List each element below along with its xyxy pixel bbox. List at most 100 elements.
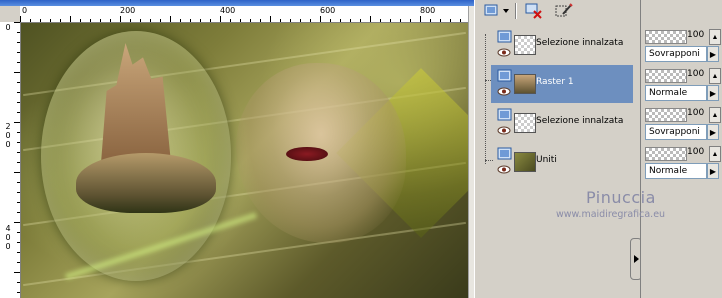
blend-mode-select[interactable]: Normale <box>645 163 707 179</box>
visibility-eye-icon[interactable] <box>497 126 511 135</box>
visibility-eye-icon[interactable] <box>497 48 511 57</box>
layer-row[interactable]: Selezione innalzata <box>491 26 633 64</box>
dropdown-arrow-icon[interactable]: ▶ <box>707 124 719 140</box>
ruler-label: 0 <box>22 6 28 15</box>
layer-properties-panel: 100 ▲ Sovrapponi ▶ 100 ▲ Normale ▶ 100 ▲… <box>640 0 722 298</box>
floating-island-image <box>76 153 216 213</box>
ruler-tick <box>17 262 20 263</box>
ruler-tick <box>420 16 421 22</box>
visibility-eye-icon[interactable] <box>497 87 511 96</box>
ruler-label: 400 <box>5 224 11 251</box>
layer-raster-icon <box>497 30 512 43</box>
layer-name: Raster 1 <box>536 77 574 87</box>
ruler-tick <box>50 19 51 22</box>
ruler-tick <box>170 16 171 22</box>
ruler-tick <box>17 292 20 293</box>
opacity-spin-button[interactable]: ▲ <box>709 146 721 162</box>
ruler-tick <box>460 19 461 22</box>
layer-name: Selezione innalzata <box>536 116 624 126</box>
ruler-tick <box>280 19 281 22</box>
ruler-tick <box>17 212 20 213</box>
blend-mode-select[interactable]: Sovrapponi <box>645 124 707 140</box>
ruler-tick <box>150 19 151 22</box>
ruler-tick <box>17 132 20 133</box>
edit-mask-icon[interactable] <box>553 1 575 21</box>
ruler-tick <box>330 19 331 22</box>
ruler-label: 800 <box>420 6 436 15</box>
ruler-tick <box>250 19 251 22</box>
vertical-ruler[interactable]: 0 200 400 <box>0 22 21 298</box>
ruler-tick <box>380 19 381 22</box>
ruler-tick <box>130 19 131 22</box>
opacity-spin-button[interactable]: ▲ <box>709 68 721 84</box>
ruler-corner <box>0 6 21 23</box>
ruler-tick <box>360 19 361 22</box>
ruler-tick <box>290 19 291 22</box>
layer-thumbnail <box>514 113 536 133</box>
ruler-tick <box>17 192 20 193</box>
ruler-tick <box>17 112 20 113</box>
ruler-tick <box>240 19 241 22</box>
layer-thumbnail <box>514 74 536 94</box>
ruler-tick <box>200 19 201 22</box>
delete-layer-icon[interactable] <box>523 1 545 21</box>
ruler-tick <box>220 16 221 22</box>
ruler-tick <box>17 162 20 163</box>
ruler-tick <box>17 142 20 143</box>
new-layer-icon[interactable] <box>481 1 503 21</box>
tree-connector <box>485 34 486 164</box>
ruler-tick <box>270 16 271 22</box>
opacity-swatch[interactable] <box>645 30 687 44</box>
image-canvas[interactable] <box>21 23 468 298</box>
dropdown-arrow-icon[interactable]: ▶ <box>707 46 719 62</box>
ruler-tick <box>17 82 20 83</box>
ruler-tick <box>140 19 141 22</box>
ruler-tick <box>17 152 20 153</box>
layers-panel: Selezione innalzata Raster 1 Selezione i… <box>474 0 642 298</box>
layer-raster-icon <box>497 69 512 82</box>
ruler-tick <box>17 102 20 103</box>
ruler-tick <box>120 16 121 22</box>
horizontal-ruler[interactable]: 0 200 400 600 800 <box>20 6 468 23</box>
blend-mode-select[interactable]: Sovrapponi <box>645 46 707 62</box>
opacity-spin-button[interactable]: ▲ <box>709 107 721 123</box>
dropdown-arrow-icon[interactable]: ▶ <box>707 85 719 101</box>
ruler-label: 400 <box>220 6 236 15</box>
ruler-tick <box>17 242 20 243</box>
layer-props-row: 100 ▲ Sovrapponi ▶ <box>643 106 721 144</box>
opacity-spin-button[interactable]: ▲ <box>709 29 721 45</box>
chevron-right-icon <box>633 255 639 263</box>
ruler-tick <box>390 19 391 22</box>
ruler-tick <box>400 19 401 22</box>
ruler-tick <box>14 222 20 223</box>
ruler-tick <box>17 52 20 53</box>
layer-row[interactable]: Raster 1 <box>491 65 633 103</box>
canvas-pane: 0 200 400 600 800 0 200 400 <box>0 0 474 298</box>
opacity-swatch[interactable] <box>645 69 687 83</box>
layer-row[interactable]: Uniti <box>491 143 633 181</box>
dropdown-arrow-icon[interactable] <box>501 1 511 21</box>
ruler-tick <box>17 182 20 183</box>
opacity-value[interactable]: 100 <box>687 147 704 157</box>
ruler-tick <box>370 16 371 22</box>
ruler-tick <box>90 19 91 22</box>
layer-row[interactable]: Selezione innalzata <box>491 104 633 142</box>
opacity-value[interactable]: 100 <box>687 69 704 79</box>
layer-raster-icon <box>497 108 512 121</box>
ruler-tick <box>300 19 301 22</box>
opacity-value[interactable]: 100 <box>687 30 704 40</box>
opacity-value[interactable]: 100 <box>687 108 704 118</box>
opacity-swatch[interactable] <box>645 147 687 161</box>
ruler-tick <box>14 22 20 23</box>
ruler-tick <box>60 19 61 22</box>
blend-mode-select[interactable]: Normale <box>645 85 707 101</box>
visibility-eye-icon[interactable] <box>497 165 511 174</box>
ruler-tick <box>17 202 20 203</box>
ruler-tick <box>14 72 20 73</box>
ruler-tick <box>440 19 441 22</box>
opacity-swatch[interactable] <box>645 108 687 122</box>
ruler-label: 0 <box>5 23 11 32</box>
dropdown-arrow-icon[interactable]: ▶ <box>707 163 719 179</box>
layer-name: Uniti <box>536 155 557 165</box>
ruler-tick <box>100 19 101 22</box>
